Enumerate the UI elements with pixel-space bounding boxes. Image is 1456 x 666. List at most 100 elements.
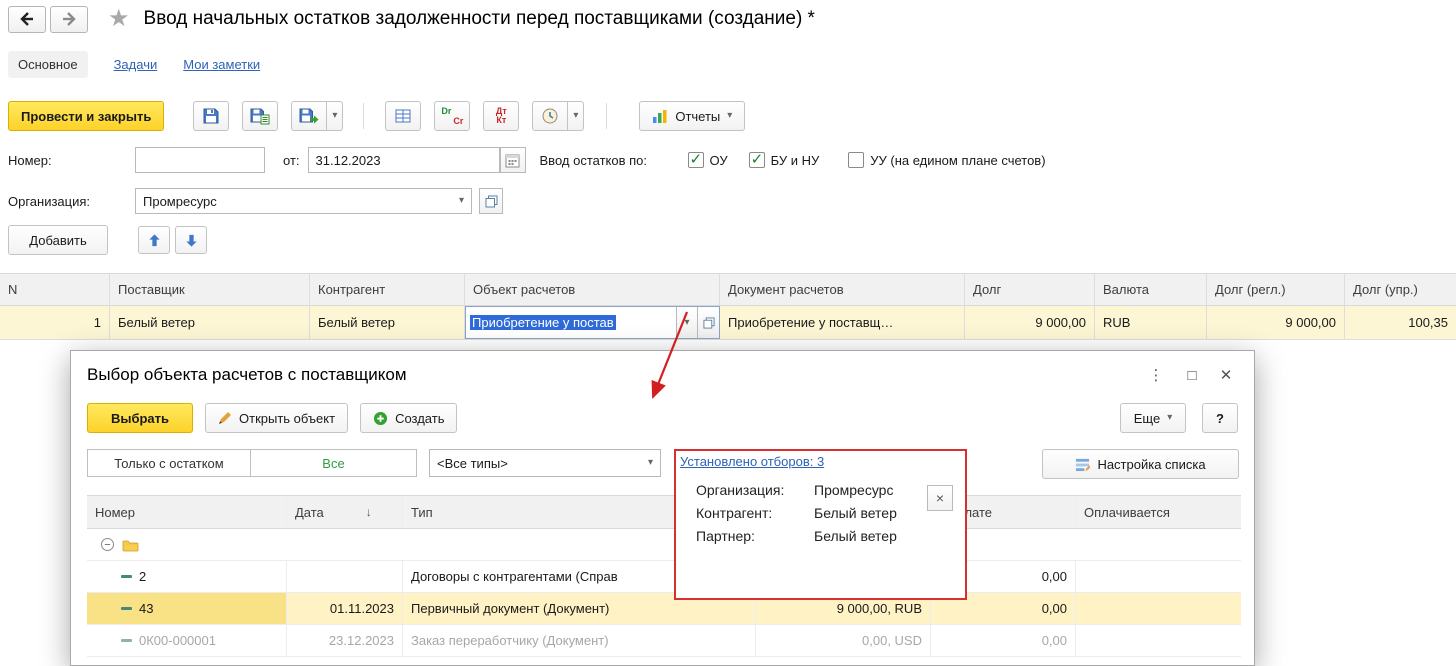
dialog-maximize-button[interactable]: □	[1178, 361, 1206, 389]
help-button[interactable]: ?	[1202, 403, 1238, 433]
create-button[interactable]: Создать	[360, 403, 458, 433]
app-window: ★ Ввод начальных остатков задолженности …	[0, 0, 1456, 666]
tab-tasks[interactable]: Задачи	[114, 57, 158, 72]
column-header-settlement-object[interactable]: Объект расчетов	[465, 274, 720, 305]
open-object-label: Открыть объект	[239, 410, 336, 426]
toolbar-separator	[606, 103, 608, 129]
column-header-debt-reg[interactable]: Долг (регл.)	[1207, 274, 1345, 305]
dialog-command-bar: Выбрать Открыть объект Создать	[87, 403, 458, 433]
checkbox-item-uu: УУ (на едином плане счетов)	[848, 152, 1046, 168]
dialog-more-button[interactable]: ⋮	[1142, 361, 1170, 389]
remove-filter-button[interactable]: ×	[927, 485, 953, 511]
cell-debt[interactable]: 9 000,00	[965, 306, 1095, 339]
dialog-close-button[interactable]: ✕	[1212, 361, 1240, 389]
filter-row-partner: Партнер: Белый ветер	[676, 521, 965, 544]
cell-paid	[1076, 561, 1241, 592]
cell-open-button[interactable]	[697, 307, 719, 338]
drcr-button[interactable]: Dr Cr	[434, 101, 471, 131]
cell-settlement-document[interactable]: Приобретение у поставщ…	[720, 306, 965, 339]
collapse-icon[interactable]: −	[101, 538, 114, 551]
tab-main[interactable]: Основное	[8, 50, 88, 78]
chart-icon	[653, 110, 667, 123]
chevron-down-icon[interactable]: ▾	[459, 196, 464, 206]
cell-debt-reg[interactable]: 9 000,00	[1207, 306, 1345, 339]
uu-checkbox-label: УУ (на едином плане счетов)	[870, 152, 1046, 168]
add-row-button[interactable]: Добавить	[8, 225, 108, 255]
filter-only-balance-option[interactable]: Только с остатком	[88, 450, 251, 476]
move-up-button[interactable]	[138, 226, 170, 254]
list-row[interactable]: 0К00-000001 23.12.2023 Заказ переработчи…	[87, 625, 1241, 657]
open-link-icon	[702, 316, 715, 329]
plus-circle-icon	[374, 411, 388, 425]
cell-debt-mgmt[interactable]: 100,35	[1345, 306, 1456, 339]
history-caret[interactable]: ▾	[568, 101, 585, 131]
date-input[interactable]: 31.12.2023	[307, 147, 500, 173]
more-actions-button[interactable]: Еще ▾	[1120, 403, 1186, 433]
save-post-icon	[250, 108, 270, 125]
column-header-supplier[interactable]: Поставщик	[110, 274, 310, 305]
table-row[interactable]: 1 Белый ветер Белый ветер Приобретение у…	[0, 306, 1456, 340]
settlement-object-selection-dialog: Выбор объекта расчетов с поставщиком ⋮ □…	[70, 350, 1255, 666]
list-row-selected[interactable]: 43 01.11.2023 Первичный документ (Докуме…	[87, 593, 1241, 625]
number-label: Номер:	[8, 152, 52, 168]
register-list-icon	[395, 109, 411, 123]
favorite-star-icon[interactable]: ★	[108, 7, 130, 31]
column-header-date[interactable]: Дата ↓	[287, 496, 403, 528]
save-button[interactable]	[193, 101, 230, 131]
applied-filters-popup: Установлено отборов: 3 Организация: Пром…	[674, 449, 967, 600]
dtkt-button[interactable]: Дт Кт	[483, 101, 520, 131]
reports-label: Отчеты	[675, 108, 721, 124]
cell-date: 01.11.2023	[287, 593, 403, 624]
filters-applied-row: Установлено отборов: 3	[676, 451, 965, 475]
cell-dropdown-button[interactable]: ▾	[676, 307, 697, 338]
back-button[interactable]	[8, 5, 46, 33]
column-header-number[interactable]: Номер	[87, 496, 287, 528]
group-row[interactable]: −	[87, 529, 1241, 561]
list-settings-button[interactable]: Настройка списка	[1042, 449, 1239, 479]
post-and-close-button[interactable]: Провести и закрыть	[8, 101, 165, 131]
settlement-object-edit-cell[interactable]: Приобретение у постав ▾	[465, 306, 720, 339]
history-button[interactable]	[532, 101, 569, 131]
column-header-n[interactable]: N	[0, 274, 110, 305]
number-input[interactable]	[135, 147, 265, 173]
row-marker-icon	[121, 607, 132, 610]
save-variants-button[interactable]	[291, 101, 328, 131]
column-header-debt[interactable]: Долг	[965, 274, 1095, 305]
balance-filter-switch: Только с остатком Все	[87, 449, 417, 477]
row-marker-icon	[121, 639, 132, 642]
column-header-settlement-document[interactable]: Документ расчетов	[720, 274, 965, 305]
move-down-button[interactable]	[175, 226, 207, 254]
cell-number: 43	[87, 593, 287, 624]
organization-open-button[interactable]	[479, 188, 503, 214]
forward-button[interactable]	[50, 5, 88, 33]
ou-checkbox[interactable]	[687, 150, 704, 168]
calendar-button[interactable]	[499, 147, 526, 173]
reports-button[interactable]: Отчеты ▾	[639, 101, 746, 131]
bu-checkbox[interactable]	[748, 150, 765, 168]
filters-applied-link[interactable]: Установлено отборов: 3	[680, 454, 824, 469]
uu-checkbox[interactable]	[848, 152, 865, 168]
tab-notes[interactable]: Мои заметки	[183, 57, 260, 72]
suppliers-debt-table: N Поставщик Контрагент Объект расчетов Д…	[0, 273, 1456, 340]
filter-contragent-label: Контрагент:	[696, 505, 773, 521]
chevron-down-icon: ▾	[684, 316, 690, 328]
save-variants-caret[interactable]: ▾	[327, 101, 344, 131]
table-header-row: N Поставщик Контрагент Объект расчетов Д…	[0, 273, 1456, 306]
column-header-contragent[interactable]: Контрагент	[310, 274, 465, 305]
cell-currency[interactable]: RUB	[1095, 306, 1207, 339]
cell-contragent[interactable]: Белый ветер	[310, 306, 465, 339]
organization-combobox[interactable]: Промресурс ▾	[135, 188, 472, 214]
list-command-bar: Добавить	[0, 225, 1456, 255]
cell-sum: 0,00, USD	[756, 625, 931, 656]
column-header-currency[interactable]: Валюта	[1095, 274, 1207, 305]
open-object-button[interactable]: Открыть объект	[205, 403, 349, 433]
list-row[interactable]: 2 Договоры с контрагентами (Справ 0,00	[87, 561, 1241, 593]
filter-all-option[interactable]: Все	[251, 450, 416, 476]
select-button[interactable]: Выбрать	[87, 403, 193, 433]
types-combobox[interactable]: <Все типы> ▾	[429, 449, 661, 477]
register-records-button[interactable]	[385, 101, 422, 131]
column-header-paid[interactable]: Оплачивается	[1076, 496, 1241, 528]
column-header-debt-mgmt[interactable]: Долг (упр.)	[1345, 274, 1456, 305]
save-and-post-button[interactable]	[242, 101, 279, 131]
cell-supplier[interactable]: Белый ветер	[110, 306, 310, 339]
